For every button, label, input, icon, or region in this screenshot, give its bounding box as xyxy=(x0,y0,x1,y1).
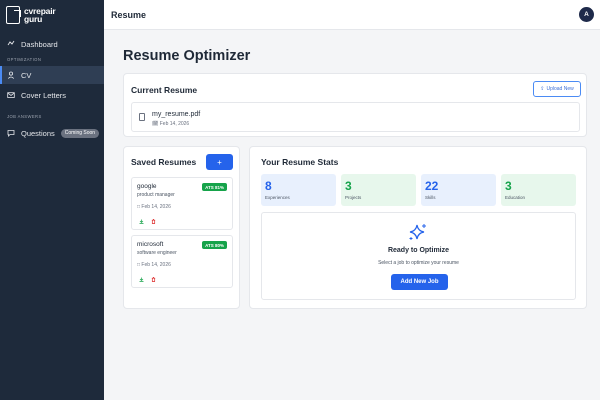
optimize-subtitle: Select a job to optimize your resume xyxy=(378,260,459,266)
stat-label: Experiences xyxy=(265,195,290,200)
sidebar: cvrepair guru Dashboard OPTIMIZATION CV … xyxy=(0,0,104,400)
current-resume-file[interactable]: my_resume.pdf 🗓︎ Feb 14, 2026 xyxy=(131,102,580,132)
upload-icon: ⇪ xyxy=(540,86,545,92)
stat-education: 3 Education xyxy=(501,174,576,206)
upload-new-label: Upload New xyxy=(546,86,574,92)
file-name: my_resume.pdf xyxy=(152,111,201,118)
resume-role: product manager xyxy=(137,192,175,198)
sidebar-item-questions[interactable]: Questions Coming Soon xyxy=(0,124,104,142)
stat-value: 3 xyxy=(505,179,512,193)
sidebar-item-label: Cover Letters xyxy=(21,90,67,100)
topbar-title: Resume xyxy=(111,10,147,20)
mail-icon xyxy=(7,91,15,99)
sparkle-icon xyxy=(409,224,426,240)
calendar-icon: 🗓︎ xyxy=(152,121,159,127)
saved-resumes-card: Saved Resumes + google ATS 81% product m… xyxy=(123,146,240,309)
saved-resume-item[interactable]: microsoft ATS 80% software engineer □ Fe… xyxy=(131,235,233,288)
saved-resume-item[interactable]: google ATS 81% product manager □ Feb 14,… xyxy=(131,177,233,230)
ats-badge: ATS 81% xyxy=(202,183,227,191)
page-title: Resume Optimizer xyxy=(123,48,251,64)
user-icon xyxy=(7,71,15,79)
section-label-job-answers: JOB ANSWERS xyxy=(7,114,42,119)
stat-experiences: 8 Experiences xyxy=(261,174,336,206)
stat-label: Projects xyxy=(345,195,362,200)
dashboard-icon xyxy=(7,40,15,48)
stat-value: 22 xyxy=(425,179,439,193)
stat-skills: 22 Skills xyxy=(421,174,496,206)
trash-icon[interactable] xyxy=(151,219,156,224)
topbar: Resume A xyxy=(104,0,600,30)
section-label-optimization: OPTIMIZATION xyxy=(7,57,42,62)
resume-date: Feb 14, 2026 xyxy=(141,204,171,210)
brand-logo[interactable]: cvrepair guru xyxy=(6,6,56,24)
file-icon xyxy=(139,113,145,121)
current-resume-card: Current Resume ⇪ Upload New my_resume.pd… xyxy=(123,73,587,137)
coming-soon-badge: Coming Soon xyxy=(60,128,100,138)
add-resume-button[interactable]: + xyxy=(206,154,233,170)
download-icon[interactable] xyxy=(139,219,144,224)
sidebar-item-dashboard[interactable]: Dashboard xyxy=(0,35,104,53)
ats-badge: ATS 80% xyxy=(202,241,227,249)
saved-resumes-title: Saved Resumes xyxy=(131,157,197,167)
file-date: Feb 14, 2026 xyxy=(159,121,190,127)
sidebar-item-label: CV xyxy=(21,70,32,80)
resume-stats-title: Your Resume Stats xyxy=(261,157,339,167)
stat-projects: 3 Projects xyxy=(341,174,416,206)
current-resume-title: Current Resume xyxy=(131,85,198,95)
stat-label: Education xyxy=(505,195,526,200)
sidebar-item-cover-letters[interactable]: Cover Letters xyxy=(0,86,104,104)
resume-company: google xyxy=(137,183,157,190)
sidebar-item-cv[interactable]: CV xyxy=(0,66,104,84)
resume-stats-card: Your Resume Stats 8 Experiences 3 Projec… xyxy=(249,146,587,309)
stat-value: 3 xyxy=(345,179,352,193)
stat-value: 8 xyxy=(265,179,272,193)
avatar[interactable]: A xyxy=(579,7,594,22)
calendar-icon: □ xyxy=(137,262,141,268)
download-icon[interactable] xyxy=(139,277,144,282)
sidebar-item-label: Dashboard xyxy=(21,39,58,49)
resume-company: microsoft xyxy=(137,241,164,248)
stat-label: Skills xyxy=(425,195,436,200)
chat-icon xyxy=(7,129,15,137)
sidebar-item-label: Questions xyxy=(21,128,55,138)
trash-icon[interactable] xyxy=(151,277,156,282)
resume-role: software engineer xyxy=(137,250,177,256)
calendar-icon: □ xyxy=(137,204,141,210)
optimize-panel: Ready to Optimize Select a job to optimi… xyxy=(261,212,576,300)
logo-icon xyxy=(6,6,21,24)
optimize-title: Ready to Optimize xyxy=(387,247,450,254)
upload-new-button[interactable]: ⇪ Upload New xyxy=(533,81,581,97)
resume-date: Feb 14, 2026 xyxy=(141,262,171,268)
brand-name-line2: guru xyxy=(24,14,43,24)
add-new-job-button[interactable]: Add New Job xyxy=(391,274,448,290)
